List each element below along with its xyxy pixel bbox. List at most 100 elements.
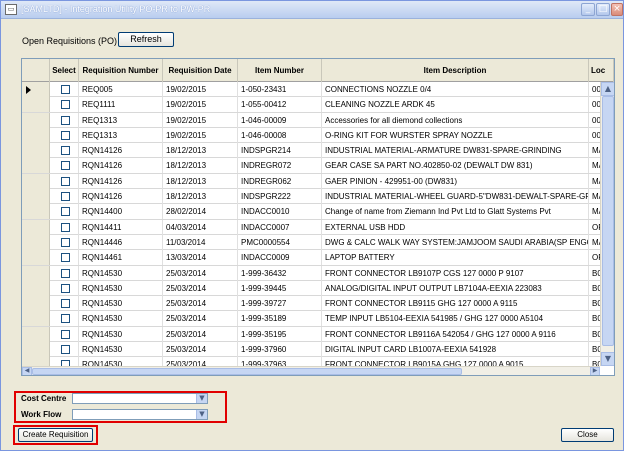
select-checkbox[interactable] bbox=[61, 253, 70, 263]
select-checkbox[interactable] bbox=[61, 345, 70, 355]
row-selector[interactable] bbox=[22, 143, 50, 159]
select-checkbox[interactable] bbox=[61, 115, 70, 125]
table-row[interactable]: RQN14446 11/03/2014 PMC0000554 DWG & CALC W… bbox=[22, 234, 600, 251]
cell-item-number: 1-999-37960 bbox=[238, 342, 322, 358]
maximize-button[interactable]: □ bbox=[596, 3, 610, 16]
table-row[interactable]: RQN14530 25/03/2014 1-999-37960 DIGITAL INP… bbox=[22, 342, 600, 358]
row-selector[interactable] bbox=[22, 311, 50, 327]
row-selector[interactable] bbox=[22, 234, 50, 250]
row-selector[interactable] bbox=[22, 342, 50, 358]
cost-centre-select[interactable]: ▼ bbox=[72, 393, 208, 404]
cell-requisition-number: RQN14530 bbox=[79, 311, 163, 327]
row-selector[interactable] bbox=[22, 265, 50, 281]
row-selector[interactable] bbox=[22, 296, 50, 312]
select-checkbox[interactable] bbox=[61, 268, 70, 278]
scroll-right-icon[interactable]: ▶ bbox=[590, 367, 600, 375]
select-checkbox[interactable] bbox=[61, 222, 70, 232]
table-row[interactable]: RQN14126 18/12/2013 INDREGR072 GEAR CASE SA… bbox=[22, 158, 600, 174]
cell-item-description: INDUSTRIAL MATERIAL-ARMATURE DW831-SPARE… bbox=[322, 143, 589, 159]
select-checkbox[interactable] bbox=[61, 329, 70, 339]
vertical-scrollbar[interactable]: ▲ ▼ bbox=[600, 82, 614, 366]
column-header-requisition-date[interactable]: Requisition Date bbox=[163, 59, 238, 82]
cell-requisition-date: 13/03/2014 bbox=[163, 250, 238, 266]
select-checkbox[interactable] bbox=[61, 161, 70, 171]
cell-requisition-number: RQN14530 bbox=[79, 280, 163, 296]
row-selector[interactable] bbox=[22, 189, 50, 205]
column-header-location[interactable]: Loc bbox=[589, 59, 614, 82]
vertical-scroll-thumb[interactable] bbox=[602, 96, 614, 346]
table-row[interactable]: REQ005 19/02/2015 1-050-23431 CONNECTIONS N… bbox=[22, 82, 600, 98]
row-selector[interactable] bbox=[22, 127, 50, 143]
cell-requisition-date: 19/02/2015 bbox=[163, 97, 238, 113]
scroll-left-icon[interactable]: ◀ bbox=[22, 367, 32, 375]
close-button[interactable]: Close bbox=[561, 428, 614, 442]
table-row[interactable]: REQ1111 19/02/2015 1-055-00412 CLEANING NOZ… bbox=[22, 97, 600, 113]
select-checkbox-cell bbox=[50, 97, 79, 113]
row-selector[interactable] bbox=[22, 326, 50, 342]
cell-location: B02 bbox=[589, 296, 600, 311]
chevron-down-icon[interactable]: ▼ bbox=[196, 394, 207, 403]
close-window-button[interactable]: × bbox=[611, 3, 623, 16]
table-row[interactable]: RQN14126 18/12/2013 INDREGR062 GAER PINION … bbox=[22, 173, 600, 190]
select-checkbox[interactable] bbox=[61, 146, 70, 156]
select-checkbox[interactable] bbox=[61, 85, 70, 94]
select-checkbox[interactable] bbox=[61, 130, 70, 140]
title-bar[interactable]: ▭ [SAMLTD] - Integration Utility PO-PR t… bbox=[1, 1, 623, 19]
refresh-button[interactable]: Refresh bbox=[118, 32, 174, 47]
horizontal-scroll-thumb[interactable] bbox=[32, 368, 462, 375]
cell-requisition-date: 18/12/2013 bbox=[163, 158, 238, 174]
create-requisition-button[interactable]: Create Requisition bbox=[18, 428, 93, 442]
row-selector[interactable] bbox=[22, 112, 50, 128]
table-row[interactable]: RQN14530 25/03/2014 1-999-39727 FRONT CONNE… bbox=[22, 296, 600, 312]
cell-location: MAI bbox=[589, 189, 600, 204]
work-flow-select[interactable]: ▼ bbox=[72, 409, 208, 420]
table-row[interactable]: RQN14411 04/03/2014 INDACC0007 EXTERNAL USB… bbox=[22, 219, 600, 235]
cell-requisition-date: 04/03/2014 bbox=[163, 219, 238, 235]
table-row[interactable]: RQN14126 18/12/2013 INDSPGR222 INDUSTRIAL M… bbox=[22, 189, 600, 205]
current-row-arrow-icon bbox=[26, 86, 31, 94]
select-checkbox[interactable] bbox=[61, 176, 70, 186]
select-checkbox[interactable] bbox=[61, 314, 70, 324]
table-row[interactable]: RQN14461 13/03/2014 INDACC0009 LAPTOP BATTE… bbox=[22, 250, 600, 266]
column-header-item-description[interactable]: Item Description bbox=[322, 59, 589, 82]
cell-location: MAI bbox=[589, 235, 600, 250]
cell-item-number: INDREGR062 bbox=[238, 173, 322, 189]
row-selector[interactable] bbox=[22, 250, 50, 266]
select-checkbox[interactable] bbox=[61, 100, 70, 110]
cell-item-number: 1-050-23431 bbox=[238, 82, 322, 97]
table-row[interactable]: RQN14400 28/02/2014 INDACC0010 Change of na… bbox=[22, 204, 600, 220]
window-title: [SAMLTD] - Integration Utility PO-PR to … bbox=[21, 4, 211, 14]
table-row[interactable]: RQN14530 25/03/2014 1-999-39445 ANALOG/DIGI… bbox=[22, 280, 600, 297]
select-checkbox-cell bbox=[50, 82, 79, 97]
cell-location: MAI bbox=[589, 143, 600, 158]
select-checkbox[interactable] bbox=[61, 283, 70, 293]
column-header-select[interactable]: Select bbox=[50, 59, 79, 82]
select-checkbox[interactable] bbox=[61, 207, 70, 217]
row-selector[interactable] bbox=[22, 82, 50, 97]
table-row[interactable]: REQ1313 19/02/2015 1-046-00008 O-RING KIT F… bbox=[22, 127, 600, 144]
row-selector[interactable] bbox=[22, 204, 50, 220]
row-selector[interactable] bbox=[22, 219, 50, 235]
select-checkbox[interactable] bbox=[61, 192, 70, 202]
select-checkbox[interactable] bbox=[61, 237, 70, 247]
row-selector[interactable] bbox=[22, 280, 50, 296]
column-header-requisition-number[interactable]: Requisition Number bbox=[79, 59, 163, 82]
row-selector[interactable] bbox=[22, 158, 50, 174]
minimize-button[interactable]: _ bbox=[581, 3, 595, 16]
table-row[interactable]: REQ1313 19/02/2015 1-046-00009 Accessories … bbox=[22, 112, 600, 128]
cell-item-description: FRONT CONNECTOR LB9115 GHG 127 0000 A 91… bbox=[322, 296, 589, 312]
scroll-down-icon[interactable]: ▼ bbox=[601, 352, 614, 366]
chevron-down-icon[interactable]: ▼ bbox=[196, 410, 207, 419]
horizontal-scrollbar[interactable]: ◀ ▶ bbox=[22, 366, 600, 375]
scroll-up-icon[interactable]: ▲ bbox=[601, 82, 614, 96]
row-selector[interactable] bbox=[22, 173, 50, 189]
table-row[interactable]: RQN14530 25/03/2014 1-999-35189 TEMP INPUT … bbox=[22, 311, 600, 327]
table-row[interactable]: RQN14530 25/03/2014 1-999-36432 FRONT CONNE… bbox=[22, 265, 600, 281]
select-checkbox[interactable] bbox=[61, 299, 70, 309]
cell-requisition-number: RQN14126 bbox=[79, 143, 163, 159]
table-row[interactable]: RQN14530 25/03/2014 1-999-35195 FRONT CONNE… bbox=[22, 326, 600, 343]
table-row[interactable]: RQN14126 18/12/2013 INDSPGR214 INDUSTRIAL M… bbox=[22, 143, 600, 159]
row-selector[interactable] bbox=[22, 97, 50, 113]
cell-item-number: 1-999-39727 bbox=[238, 296, 322, 312]
column-header-item-number[interactable]: Item Number bbox=[238, 59, 322, 82]
